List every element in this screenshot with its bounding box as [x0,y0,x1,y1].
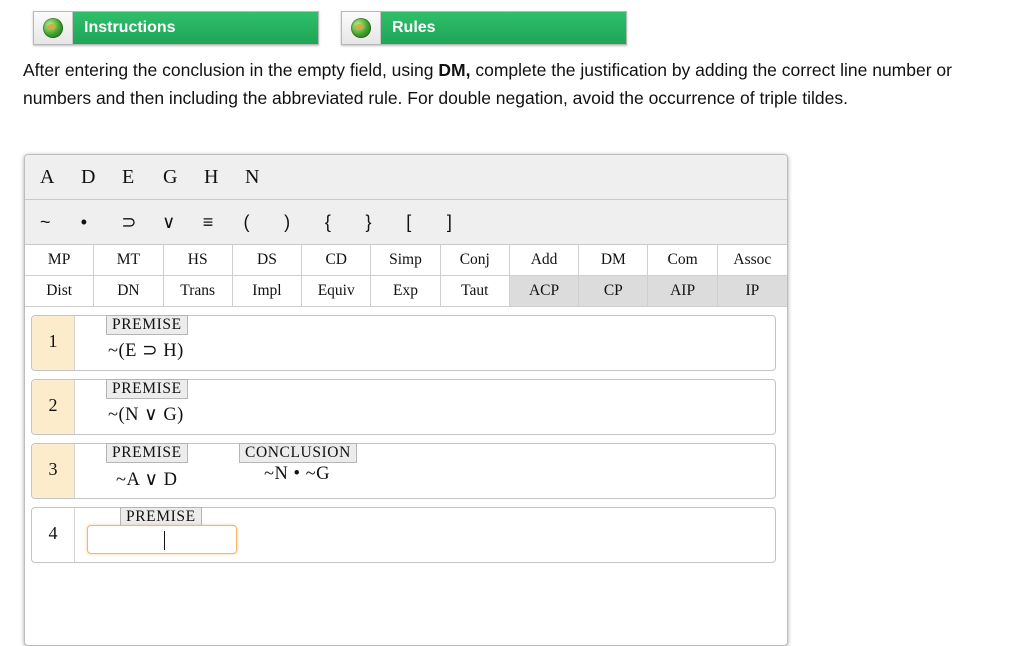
instruction-text: After entering the conclusion in the emp… [23,56,1013,112]
close-brace-button[interactable]: } [366,212,407,233]
rule-trans-button[interactable]: Trans [163,276,233,307]
open-brace-button[interactable]: { [325,212,366,233]
tilde-button[interactable]: ~ [40,212,81,233]
rule-ip-button[interactable]: IP [717,276,787,307]
symbol-toolbar: ~ • ⊃ ∨ ≡ ( ) { } [ ] [25,200,787,245]
premise-label: PREMISE [106,379,188,399]
proof-line-2: 2 PREMISE ~(N ∨ G) [31,379,776,435]
rule-hs-button[interactable]: HS [163,245,233,276]
rule-cd-button[interactable]: CD [302,245,372,276]
premise-label: PREMISE [120,507,202,527]
open-bracket-button[interactable]: [ [406,212,447,233]
rule-acp-button[interactable]: ACP [509,276,580,307]
line-number[interactable]: 4 [32,508,75,562]
rule-dm-button[interactable]: DM [579,245,649,276]
globe-icon [43,18,63,38]
proof-line-4: 4 PREMISE [31,507,776,563]
instruction-bold: DM, [438,60,471,80]
line-number[interactable]: 3 [32,444,75,498]
open-paren-button[interactable]: ( [243,212,284,233]
proof-line-3: 3 PREMISE ~A ∨ D CONCLUSION ~N • ~G [31,443,776,499]
rule-mp-button[interactable]: MP [25,245,95,276]
rule-conj-button[interactable]: Conj [440,245,510,276]
conclusion-formula: ~N • ~G [264,464,330,484]
rules-tab-label: Rules [392,19,436,36]
rule-com-button[interactable]: Com [648,245,718,276]
horseshoe-button[interactable]: ⊃ [121,212,162,233]
conclusion-input[interactable] [87,525,237,554]
line-formula: ~A ∨ D [116,470,178,490]
premise-label: PREMISE [106,315,188,335]
rule-dn-button[interactable]: DN [94,276,164,307]
rule-exp-button[interactable]: Exp [371,276,441,307]
rules-icon-box [342,12,381,44]
conclusion-label: CONCLUSION [239,443,357,463]
instruction-part1: After entering the conclusion in the emp… [23,60,439,80]
premise-label: PREMISE [106,443,188,463]
rule-cp-button[interactable]: CP [579,276,649,307]
line-formula: ~(E ⊃ H) [108,341,184,361]
rule-add-button[interactable]: Add [509,245,580,276]
line-number[interactable]: 1 [32,316,75,370]
rule-impl-button[interactable]: Impl [232,276,303,307]
instructions-tab[interactable]: Instructions [33,11,319,45]
letter-button-e[interactable]: E [122,166,163,189]
rule-simp-button[interactable]: Simp [371,245,441,276]
letter-button-h[interactable]: H [204,166,245,189]
rule-taut-button[interactable]: Taut [440,276,510,307]
proof-panel: A D E G H N ~ • ⊃ ∨ ≡ ( ) { } [ ] MP MT … [24,154,788,646]
close-bracket-button[interactable]: ] [447,212,488,233]
rule-buttons: MP MT HS DS CD Simp Conj Add DM Com Asso… [25,245,787,307]
line-formula: ~(N ∨ G) [108,405,184,425]
rule-equiv-button[interactable]: Equiv [302,276,372,307]
line-number[interactable]: 2 [32,380,75,434]
text-caret [164,531,165,550]
letter-button-g[interactable]: G [163,166,204,189]
instructions-icon-box [34,12,73,44]
instructions-tab-label: Instructions [84,19,176,36]
rule-ds-button[interactable]: DS [232,245,303,276]
rule-dist-button[interactable]: Dist [25,276,95,307]
letter-button-n[interactable]: N [245,166,286,189]
rule-mt-button[interactable]: MT [94,245,164,276]
rules-tab[interactable]: Rules [341,11,627,45]
rule-assoc-button[interactable]: Assoc [717,245,787,276]
triple-bar-button[interactable]: ≡ [203,212,244,233]
globe-icon [351,18,371,38]
letter-button-a[interactable]: A [40,166,81,189]
letter-toolbar: A D E G H N [25,155,787,200]
wedge-button[interactable]: ∨ [162,212,203,233]
close-paren-button[interactable]: ) [284,212,325,233]
letter-button-d[interactable]: D [81,166,122,189]
proof-line-1: 1 PREMISE ~(E ⊃ H) [31,315,776,371]
rule-aip-button[interactable]: AIP [648,276,718,307]
dot-button[interactable]: • [81,212,122,233]
